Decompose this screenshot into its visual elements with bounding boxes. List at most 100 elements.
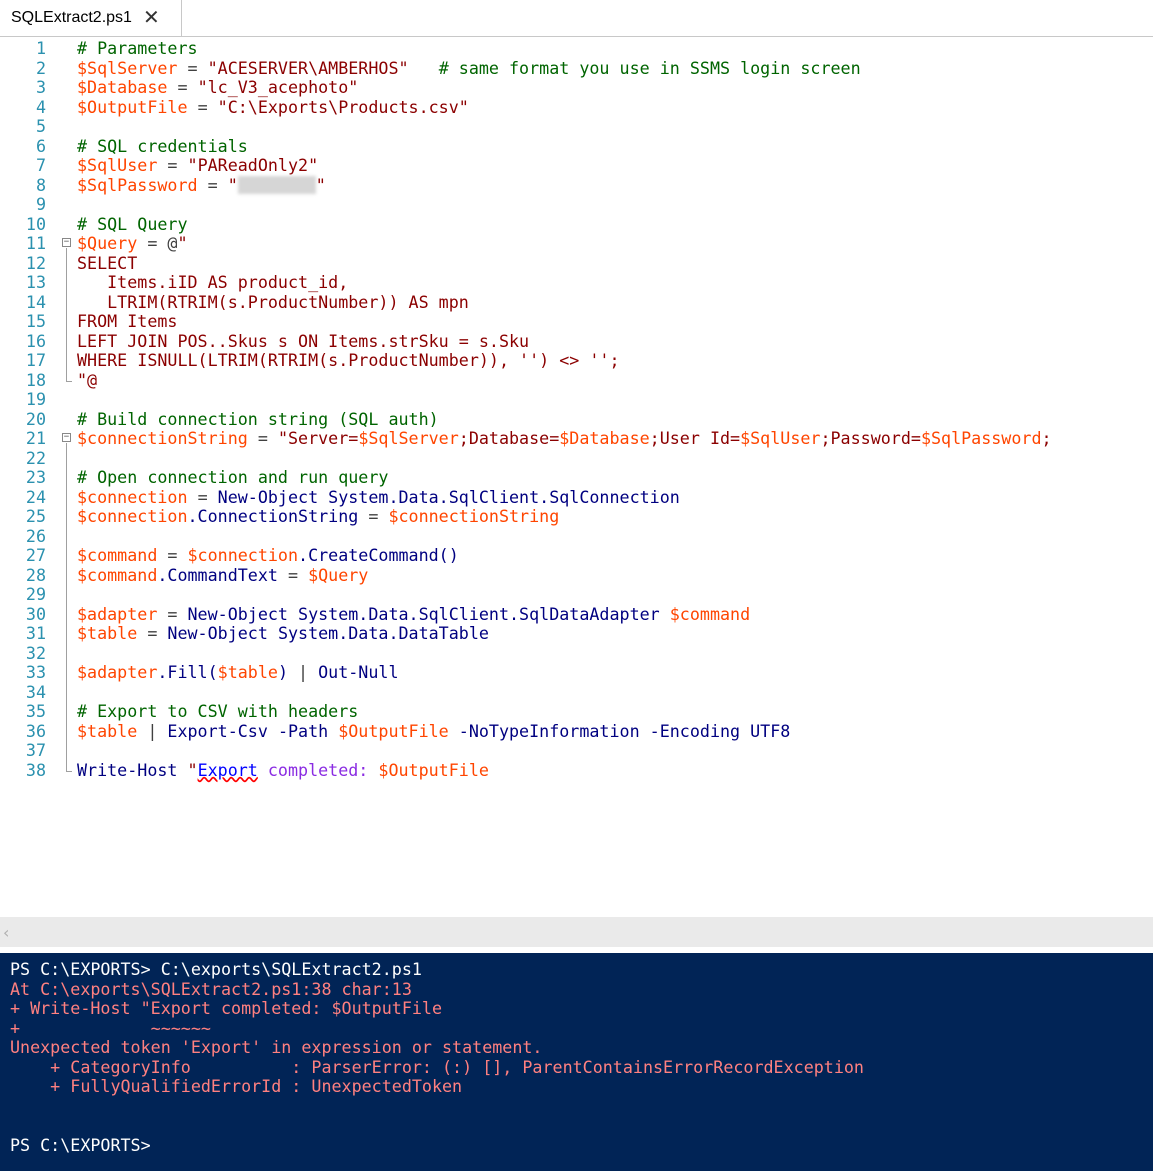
code-text: # SQL credentials: [77, 135, 248, 156]
console-line: PS C:\EXPORTS> C:\exports\SQLExtract2.ps…: [10, 959, 422, 979]
console-line: PS C:\EXPORTS>: [10, 1134, 151, 1155]
code-text: $table = New-Object System.Data.DataTabl…: [77, 623, 489, 643]
code-line[interactable]: 12 SELECT: [0, 253, 1153, 274]
fold-collapse-icon[interactable]: −: [62, 238, 71, 247]
code-text: $SqlPassword = " ": [77, 174, 326, 195]
line-number: 28: [25, 564, 46, 585]
line-number: 27: [25, 545, 46, 565]
code-line[interactable]: 32: [0, 642, 1153, 664]
code-line[interactable]: 21 $connectionString = "Server=$SqlServer…: [0, 428, 1153, 449]
code-text: $SqlUser = "PAReadOnly2": [77, 155, 319, 175]
code-line[interactable]: 5: [0, 116, 1153, 137]
code-line[interactable]: 36 $table | Export-Csv -Path $OutputFile …: [0, 721, 1153, 742]
console-pane[interactable]: PS C:\EXPORTS> C:\exports\SQLExtract2.ps…: [0, 950, 1153, 1171]
code-line[interactable]: 35 # Export to CSV with headers: [0, 701, 1153, 722]
code-line[interactable]: 18 "@: [0, 369, 1153, 391]
line-number: 18: [25, 369, 46, 390]
code-line[interactable]: 8 $SqlPassword = " ": [0, 174, 1153, 196]
code-text: Write-Host "Export completed: $OutputFil…: [77, 759, 489, 780]
code-line[interactable]: 29: [0, 584, 1153, 605]
code-line[interactable]: 15 FROM Items: [0, 311, 1153, 332]
code-line[interactable]: 23 # Open connection and run query: [0, 467, 1153, 488]
code-line[interactable]: 1 # Parameters: [0, 38, 1153, 59]
line-number: 30: [25, 603, 46, 624]
line-number: 14: [25, 291, 46, 312]
line-number: 11: [25, 233, 46, 253]
line-number: 7: [35, 155, 46, 175]
line-number: 13: [25, 272, 46, 292]
line-number: 2: [35, 57, 46, 78]
code-line[interactable]: 37: [0, 740, 1153, 761]
console-error-line: + CategoryInfo : ParserError: (:) [], Pa…: [10, 1056, 864, 1077]
chevron-left-icon[interactable]: ‹: [3, 923, 9, 942]
code-text: $Database = "lc_V3_acephoto": [77, 77, 359, 97]
code-line[interactable]: 6 # SQL credentials: [0, 135, 1153, 157]
code-text: LTRIM(RTRIM(s.ProductNumber)) AS mpn: [77, 291, 469, 312]
tab-sqlextract2[interactable]: SQLExtract2.ps1 ✕: [0, 0, 182, 36]
code-line[interactable]: 7 $SqlUser = "PAReadOnly2": [0, 155, 1153, 176]
line-number: 37: [25, 740, 46, 760]
error-token: Export: [197, 759, 258, 780]
code-line[interactable]: 25 $connection.ConnectionString = $connec…: [0, 506, 1153, 527]
code-line[interactable]: 20 # Build connection string (SQL auth): [0, 408, 1153, 430]
line-number: 31: [25, 623, 46, 643]
code-line[interactable]: 2 $SqlServer = "ACESERVER\AMBERHOS" # sam…: [0, 57, 1153, 79]
fold-collapse-icon[interactable]: −: [62, 433, 71, 442]
code-line[interactable]: 28 $command.CommandText = $Query: [0, 564, 1153, 586]
code-line[interactable]: 22: [0, 447, 1153, 469]
line-number: 34: [25, 681, 46, 702]
code-line[interactable]: 33 $adapter.Fill($table) | Out-Null: [0, 662, 1153, 683]
fold-guide-end: [66, 380, 72, 382]
line-number: 25: [25, 506, 46, 526]
tab-title: SQLExtract2.ps1: [11, 9, 132, 26]
console-error-line: + FullyQualifiedErrorId : UnexpectedToke…: [10, 1076, 463, 1096]
code-line[interactable]: 3 $Database = "lc_V3_acephoto": [0, 77, 1153, 98]
line-number: 9: [35, 194, 46, 214]
code-text: $command = $connection.CreateCommand(): [77, 545, 459, 565]
code-line[interactable]: 38 Write-Host "Export completed: $OutputF…: [0, 759, 1153, 781]
code-line[interactable]: 19: [0, 389, 1153, 410]
code-line[interactable]: 14 LTRIM(RTRIM(s.ProductNumber)) AS mpn: [0, 291, 1153, 313]
line-number: 20: [25, 408, 46, 429]
code-line[interactable]: 16 LEFT JOIN POS..Skus s ON Items.strSku …: [0, 330, 1153, 352]
code-text: # Export to CSV with headers: [77, 701, 359, 721]
line-number: 26: [25, 525, 46, 546]
code-text: # Build connection string (SQL auth): [77, 408, 439, 429]
code-line[interactable]: 24 $connection = New-Object System.Data.S…: [0, 486, 1153, 508]
code-text: $SqlServer = "ACESERVER\AMBERHOS" # same…: [77, 57, 861, 78]
line-number: 10: [25, 213, 46, 234]
redacted-password: [237, 175, 316, 194]
script-editor[interactable]: 1 # Parameters 2 $SqlServer = "ACESERVER\AM…: [0, 37, 1153, 917]
code-line[interactable]: 31 $table = New-Object System.Data.DataTa…: [0, 623, 1153, 644]
console-error-line: At C:\exports\SQLExtract2.ps1:38 char:13: [10, 978, 412, 999]
console-error-line: + Write-Host "Export completed: $OutputF…: [10, 998, 443, 1018]
line-number: 35: [25, 701, 46, 721]
code-line[interactable]: 34: [0, 681, 1153, 703]
code-line[interactable]: 13 Items.iID AS product_id,: [0, 272, 1153, 293]
code-line[interactable]: 10 # SQL Query: [0, 213, 1153, 235]
code-line[interactable]: 9: [0, 194, 1153, 215]
code-line[interactable]: 4 $OutputFile = "C:\Exports\Products.csv": [0, 97, 1153, 118]
code-text: $adapter.Fill($table) | Out-Null: [77, 662, 399, 682]
line-number: 22: [25, 447, 46, 468]
horizontal-scrollbar[interactable]: ‹: [0, 917, 1153, 947]
code-line[interactable]: 17 WHERE ISNULL(LTRIM(RTRIM(s.ProductNumb…: [0, 350, 1153, 371]
fold-guide: [66, 443, 67, 771]
close-icon[interactable]: ✕: [143, 8, 160, 28]
code-line[interactable]: 11 $Query = @" −: [0, 233, 1153, 254]
code-text: Items.iID AS product_id,: [77, 272, 349, 292]
code-text: FROM Items: [77, 311, 178, 331]
line-number: 21: [25, 428, 46, 448]
code-text: $connection = New-Object System.Data.Sql…: [77, 486, 680, 507]
code-line[interactable]: 26: [0, 525, 1153, 547]
code-text: # Parameters: [77, 38, 198, 58]
line-number: 6: [35, 135, 46, 156]
line-number: 32: [25, 642, 46, 663]
code-line[interactable]: 27 $command = $connection.CreateCommand(): [0, 545, 1153, 566]
code-text: $command.CommandText = $Query: [77, 564, 369, 585]
code-line[interactable]: 30 $adapter = New-Object System.Data.SqlC…: [0, 603, 1153, 625]
code-text: $connection.ConnectionString = $connecti…: [77, 506, 560, 526]
line-number: 1: [35, 38, 46, 58]
line-number: 16: [25, 330, 46, 351]
code-text: "@: [77, 369, 98, 390]
